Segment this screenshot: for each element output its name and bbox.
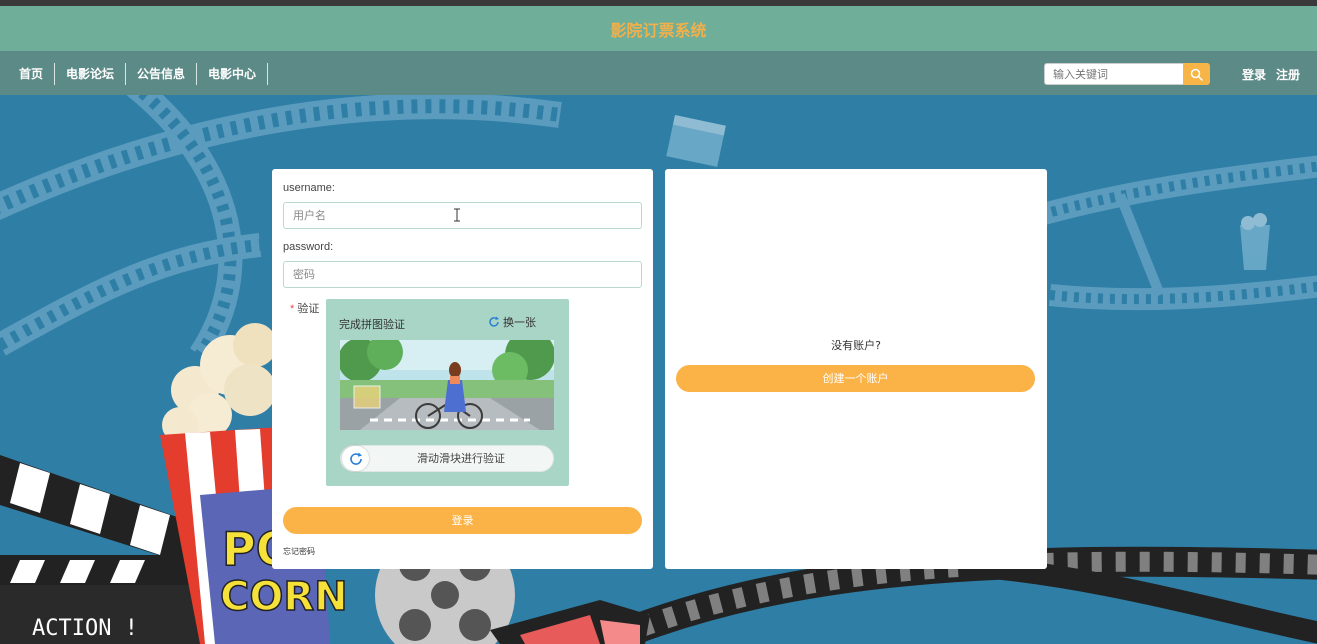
captcha-puzzle-picture: [340, 340, 554, 430]
register-panel: 没有账户? 创建一个账户: [665, 169, 1047, 569]
title-bar: 影院订票系统: [0, 6, 1317, 51]
puzzle-captcha: 完成拼图验证 换一张 滑动滑块进行验证: [326, 299, 569, 486]
popcorn-text-2: CORN: [220, 574, 348, 620]
captcha-title: 完成拼图验证: [339, 318, 405, 331]
film-strip-top: [0, 95, 1317, 362]
popcorn-cup-small-icon: [1240, 213, 1270, 270]
clapper-text: ACTION !: [32, 616, 138, 641]
nav-item-movie-center[interactable]: 电影中心: [197, 63, 269, 85]
captcha-slider-text: 滑动滑块进行验证: [417, 452, 505, 465]
auth-links: 登录 注册: [1242, 66, 1300, 83]
nav-bar: 首页 电影论坛 公告信息 电影中心 登录 注册: [0, 51, 1317, 95]
clapper-icon-small: [666, 115, 726, 167]
login-button[interactable]: 登录: [283, 507, 642, 534]
text-cursor-icon: [454, 208, 460, 222]
nav-item-forum[interactable]: 电影论坛: [55, 63, 127, 85]
refresh-icon: [349, 452, 362, 465]
nav-item-announcements[interactable]: 公告信息: [126, 63, 198, 85]
search-input[interactable]: [1044, 63, 1183, 85]
search-button[interactable]: [1183, 63, 1210, 85]
captcha-slider-handle[interactable]: [342, 446, 369, 471]
main-nav: 首页 电影论坛 公告信息 电影中心: [8, 63, 269, 85]
film-strip-bottom: [614, 546, 1317, 644]
refresh-icon: [489, 316, 499, 327]
password-input[interactable]: [283, 261, 642, 288]
login-panel: username: password: * 验证 完成拼图验证 换一张: [272, 169, 653, 569]
search-box: [1044, 63, 1210, 85]
forgot-password-link[interactable]: 忘记密码: [283, 546, 315, 557]
register-link[interactable]: 注册: [1276, 66, 1300, 83]
verify-label-group: * 验证: [290, 300, 319, 316]
password-label: password:: [283, 241, 334, 253]
required-mark: *: [290, 303, 295, 315]
captcha-image: [340, 340, 554, 430]
verify-label: 验证: [297, 303, 320, 315]
login-link[interactable]: 登录: [1242, 66, 1266, 83]
create-account-button[interactable]: 创建一个账户: [676, 365, 1035, 392]
captcha-slider-track: 滑动滑块进行验证: [340, 445, 554, 472]
no-account-prompt: 没有账户?: [831, 339, 881, 352]
background-illustration: ACTION ! PO CORN: [0, 95, 1317, 644]
username-input[interactable]: [283, 202, 642, 229]
username-label: username:: [283, 182, 335, 194]
captcha-refresh-label: 换一张: [503, 316, 536, 329]
search-icon: [1190, 68, 1203, 81]
nav-item-home[interactable]: 首页: [8, 63, 56, 85]
cinema-background: ACTION ! PO CORN: [0, 95, 1317, 644]
captcha-refresh-button[interactable]: 换一张: [488, 314, 536, 330]
site-title: 影院订票系统: [610, 20, 707, 40]
